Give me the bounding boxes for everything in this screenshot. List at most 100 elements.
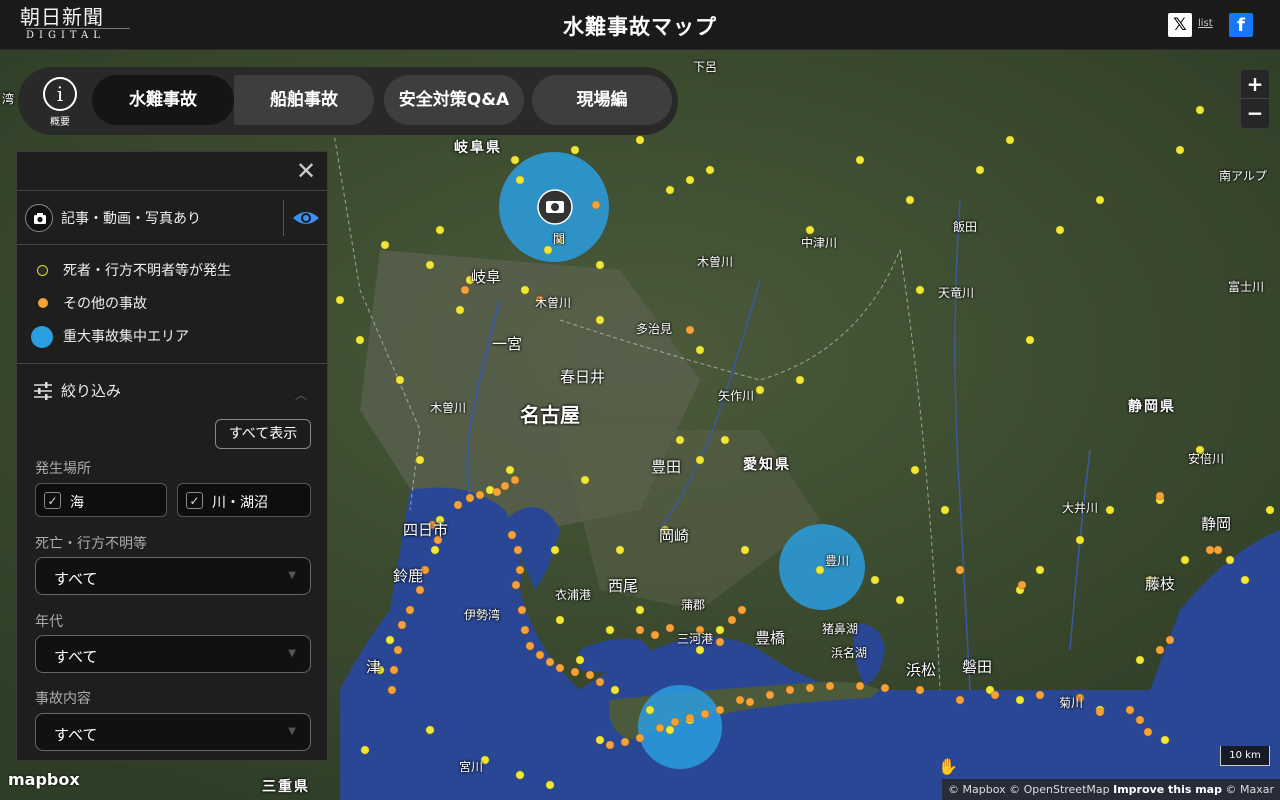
label-gifu: 岐阜 (471, 268, 502, 286)
label-nakatsugawa: 中津川 (801, 236, 838, 250)
about-button[interactable]: i 概要 (40, 77, 80, 128)
label-tenryugawa: 天竜川 (938, 286, 975, 300)
label-kisogawa3: 木曽川 (430, 401, 467, 415)
legend-other: その他の事故 (33, 293, 147, 313)
legend-dot-fatal (37, 265, 48, 276)
legend-fatal: 死者・行方不明者等が発生 (33, 260, 231, 280)
label-ichinomiya: 一宮 (492, 335, 523, 353)
label-shizuoka-pref: 静岡県 (1128, 399, 1176, 415)
check-icon: ✓ (44, 492, 61, 509)
label-abegawa: 安倍川 (1188, 452, 1225, 466)
label-shizuoka: 静岡 (1201, 515, 1232, 533)
divider (17, 244, 327, 245)
media-label: 記事・動画・写真あり (61, 211, 201, 227)
chevron-down-icon: ▼ (288, 570, 296, 581)
filter-heading[interactable]: 絞り込み (33, 380, 121, 401)
label-toyohashi: 豊橋 (755, 629, 786, 647)
map-attribution: © Mapbox © OpenStreetMap Improve this ma… (942, 779, 1280, 800)
divider (17, 190, 327, 191)
checkbox-river-lake-label: 川・湖沼 (212, 495, 268, 511)
label-isewan: 伊勢湾 (464, 608, 501, 622)
type-select[interactable]: すべて ▼ (35, 713, 311, 751)
location-label: 発生場所 (35, 461, 91, 477)
legend-label-hotspot: 重大事故集中エリア (63, 329, 189, 345)
label-nagoya: 名古屋 (520, 403, 580, 427)
label-fujieda: 藤枝 (1145, 575, 1176, 593)
checkbox-river-lake[interactable]: ✓ 川・湖沼 (177, 483, 311, 517)
label-tajimi: 多治見 (636, 322, 673, 336)
tab-water-accident[interactable]: 水難事故 (92, 75, 234, 125)
media-toggle-row: 記事・動画・写真あり (17, 192, 327, 244)
label-oigawa: 大井川 (1062, 501, 1099, 515)
improve-map-link[interactable]: Improve this map (1113, 783, 1222, 796)
label-gifu-pref: 岐阜県 (454, 140, 502, 156)
app-header: 朝日新聞 DIGITAL 水難事故マップ 𝕏 list f (0, 0, 1280, 50)
facebook-share-icon[interactable]: f (1229, 13, 1253, 37)
legend-dot-other (38, 298, 48, 308)
list-link[interactable]: list (1198, 18, 1213, 29)
label-gamagori: 蒲郡 (681, 598, 706, 612)
divider (17, 363, 327, 364)
label-shimoro: 下呂 (693, 60, 718, 74)
camera-icon (25, 204, 53, 232)
age-label: 年代 (35, 614, 63, 630)
label-fujikawa: 富士川 (1228, 280, 1265, 294)
label-miyagawa: 宮川 (459, 760, 484, 774)
filter-title: 絞り込み (61, 382, 122, 400)
category-tab-bar: i 概要 水難事故 船舶事故 安全対策Q&A 現場編 (18, 67, 678, 135)
attribution-text[interactable]: © Mapbox © OpenStreetMap (948, 783, 1110, 796)
tab-site[interactable]: 現場編 (532, 75, 672, 125)
age-select[interactable]: すべて ▼ (35, 635, 311, 673)
sliders-icon (33, 382, 53, 400)
label-kasugai: 春日井 (560, 368, 606, 386)
close-icon[interactable]: ✕ (295, 159, 317, 183)
label-okazaki: 岡崎 (659, 527, 690, 545)
age-select-value: すべて (54, 648, 98, 666)
label-toyota: 豊田 (651, 458, 682, 476)
legend-label-fatal: 死者・行方不明者等が発生 (63, 263, 231, 279)
label-kikugawa: 菊川 (1059, 696, 1084, 710)
label-hamamatsu: 浜松 (906, 661, 937, 679)
info-icon: i (43, 77, 77, 111)
x-share-icon[interactable]: 𝕏 (1168, 13, 1192, 37)
label-toyokawa: 豊川 (825, 554, 850, 568)
type-label: 事故内容 (35, 691, 91, 707)
label-minami-alps: 南アルプ (1219, 169, 1267, 183)
zoom-controls: + − (1240, 69, 1270, 129)
label-nishio: 西尾 (608, 577, 639, 595)
label-hamanako: 浜名湖 (831, 646, 868, 660)
death-select[interactable]: すべて ▼ (35, 557, 311, 595)
checkbox-sea[interactable]: ✓ 海 (35, 483, 167, 517)
show-all-button[interactable]: すべて表示 (215, 419, 311, 449)
eye-icon[interactable] (291, 206, 321, 230)
zoom-out-button[interactable]: − (1241, 99, 1269, 128)
hotspot-atsumi (638, 685, 722, 769)
label-mikawako: 三河港 (677, 632, 714, 646)
legend-hotspot: 重大事故集中エリア (31, 326, 189, 348)
label-bay-left: 湾 (2, 92, 15, 106)
zoom-in-button[interactable]: + (1241, 70, 1269, 99)
label-tsu: 津 (366, 658, 382, 676)
death-label: 死亡・行方不明等 (35, 536, 147, 552)
scale-bar: 10 km (1220, 746, 1270, 766)
label-yokkaichi: 四日市 (403, 521, 449, 539)
divider (283, 200, 284, 236)
label-iida: 飯田 (953, 220, 978, 234)
label-inohanako: 猪鼻湖 (822, 622, 859, 636)
mapbox-logo[interactable]: mapbox (8, 770, 80, 789)
chevron-down-icon: ▼ (288, 726, 296, 737)
label-kinuura: 衣浦港 (555, 588, 592, 602)
maxar-attribution[interactable]: © Maxar (1225, 783, 1274, 796)
about-label: 概要 (50, 117, 70, 128)
check-icon: ✓ (186, 492, 203, 509)
tab-safety-qa[interactable]: 安全対策Q&A (384, 75, 524, 125)
tab-ship-accident[interactable]: 船舶事故 (234, 75, 374, 125)
legend-label-other: その他の事故 (63, 296, 147, 312)
label-kisogawa1: 木曽川 (535, 296, 572, 310)
label-kisogawa2: 木曽川 (697, 255, 734, 269)
chevron-up-icon[interactable]: ︿ (295, 386, 307, 403)
page-title: 水難事故マップ (563, 15, 717, 39)
type-select-value: すべて (54, 726, 98, 744)
hand-cursor-icon: ✋ (938, 757, 958, 776)
label-suzuka: 鈴鹿 (393, 567, 424, 585)
